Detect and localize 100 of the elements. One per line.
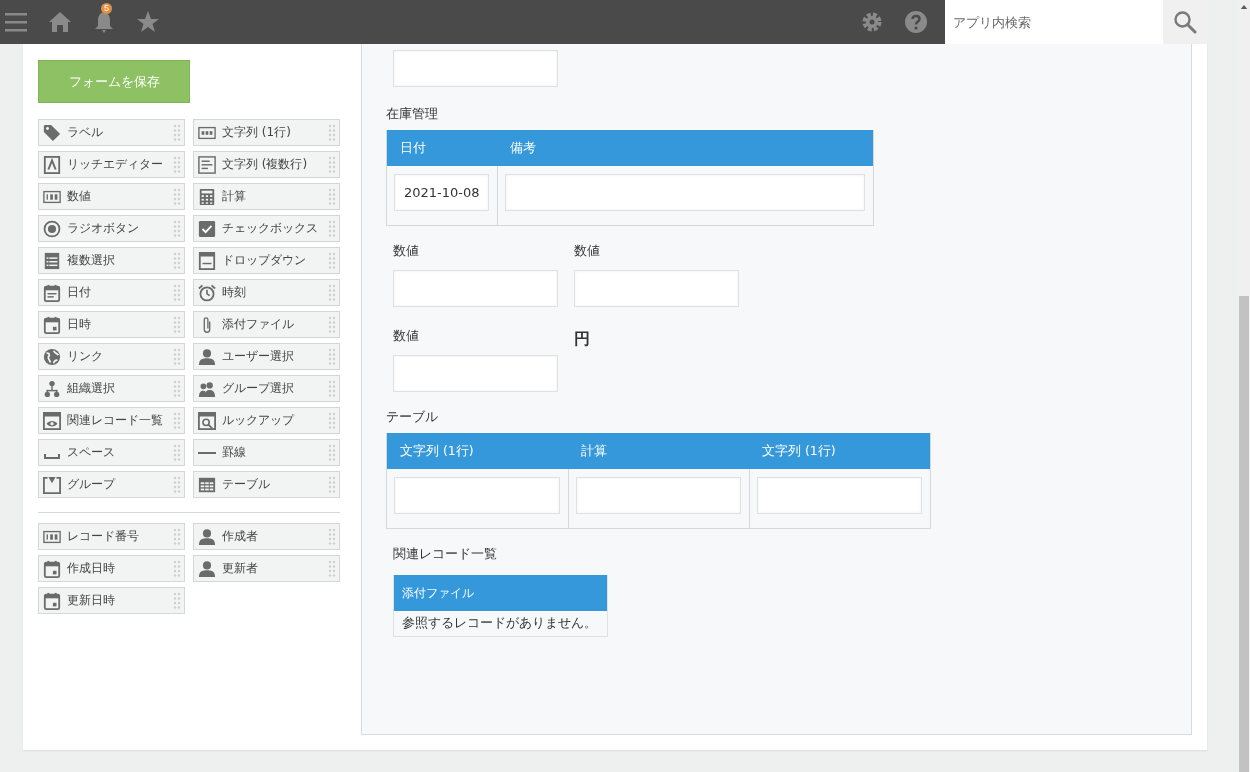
input-field[interactable] <box>505 174 865 211</box>
drag-handle-icon <box>328 219 336 238</box>
field-palette-item[interactable]: ラジオボタン <box>38 215 185 242</box>
drag-handle-icon <box>173 443 181 462</box>
field-label: 数値 <box>393 327 420 345</box>
field-palette-item[interactable]: 日付 <box>38 279 185 306</box>
drag-handle-icon <box>328 379 336 398</box>
field-palette-item[interactable]: 罫線 <box>193 439 340 466</box>
field-label: テーブル <box>386 408 439 426</box>
field-palette-item[interactable]: 作成日時 <box>38 555 185 582</box>
input-field[interactable] <box>393 355 558 392</box>
field-palette-item[interactable]: 添付ファイル <box>193 311 340 338</box>
drag-handle-icon <box>173 475 181 494</box>
space-icon <box>43 454 61 459</box>
people-icon <box>198 379 216 398</box>
input-field[interactable] <box>393 50 558 87</box>
field-palette-item[interactable]: 複数選択 <box>38 247 185 274</box>
input-field[interactable] <box>576 477 741 514</box>
column-header: 添付ファイル <box>394 575 607 611</box>
column-header: 計算 <box>568 433 749 469</box>
drag-handle-icon <box>173 379 181 398</box>
input-field[interactable]: 2021-10-08 <box>394 174 489 211</box>
field-palette-item[interactable]: リッチエディター <box>38 151 185 178</box>
globe-icon <box>43 347 61 366</box>
framed-box-icon <box>43 155 61 174</box>
calculator-icon <box>198 187 216 206</box>
drag-handle-icon <box>328 187 336 206</box>
field-palette-item[interactable]: 更新者 <box>193 555 340 582</box>
drag-handle-icon <box>328 411 336 430</box>
field-label: 数値 <box>393 242 420 260</box>
field-palette-item[interactable]: 数値 <box>38 183 185 210</box>
calendar-icon <box>43 559 61 578</box>
field-palette-item[interactable]: 作成者 <box>193 523 340 550</box>
field-label: 数値 <box>574 242 601 260</box>
input-field[interactable] <box>574 270 739 307</box>
checkbox-icon <box>198 219 216 238</box>
search-field[interactable]: アプリ内検索 <box>945 0 1163 44</box>
input-field[interactable] <box>394 477 560 514</box>
field-palette-item[interactable]: 文字列 (1行) <box>193 119 340 146</box>
calendar-icon <box>43 591 61 610</box>
star-icon <box>136 10 160 34</box>
drag-handle-icon <box>328 251 336 270</box>
drag-handle-icon <box>173 155 181 174</box>
empty-message: 参照するレコードがありません。 <box>401 614 598 632</box>
person-icon <box>198 559 216 578</box>
text-lines-icon <box>198 155 216 174</box>
magnifier-window-icon <box>198 411 216 430</box>
column-header: 備考 <box>497 130 873 166</box>
drag-handle-icon <box>173 591 181 610</box>
field-palette-item[interactable]: ドロップダウン <box>193 247 340 274</box>
drag-handle-icon <box>328 155 336 174</box>
eye-window-icon <box>43 411 61 430</box>
field-palette-item[interactable]: ラベル <box>38 119 185 146</box>
scroll-up-arrow-icon <box>1240 4 1248 10</box>
field-palette-item[interactable]: ユーザー選択 <box>193 343 340 370</box>
menu-icon <box>4 10 28 34</box>
table-icon <box>198 475 216 494</box>
input-field[interactable] <box>757 477 922 514</box>
field-palette-item[interactable]: グループ <box>38 471 185 498</box>
field-palette-item[interactable]: 組織選択 <box>38 375 185 402</box>
field-palette-item[interactable]: 日時 <box>38 311 185 338</box>
drag-handle-icon <box>173 527 181 546</box>
drag-handle-icon <box>328 283 336 302</box>
drag-handle-icon <box>173 187 181 206</box>
unit-label: 円 <box>574 329 591 350</box>
field-label: 関連レコード一覧 <box>393 545 498 563</box>
person-icon <box>198 347 216 366</box>
drag-handle-icon <box>173 123 181 142</box>
dropdown-icon <box>198 251 216 270</box>
field-label: 在庫管理 <box>386 105 439 123</box>
alarm-clock-icon <box>198 283 216 302</box>
input-field[interactable] <box>393 270 558 307</box>
search-button[interactable] <box>1163 0 1207 44</box>
field-palette-item[interactable]: 時刻 <box>193 279 340 306</box>
line-icon <box>198 451 216 454</box>
field-palette-item[interactable]: 文字列 (複数行) <box>193 151 340 178</box>
field-palette-item[interactable]: チェックボックス <box>193 215 340 242</box>
drag-handle-icon <box>173 559 181 578</box>
drag-handle-icon <box>328 443 336 462</box>
column-header: 日付 <box>387 130 497 166</box>
drag-handle-icon <box>328 475 336 494</box>
field-palette-item[interactable]: レコード番号 <box>38 523 185 550</box>
field-palette-item[interactable]: リンク <box>38 343 185 370</box>
calendar-icon <box>43 315 61 334</box>
field-palette-item[interactable]: グループ選択 <box>193 375 340 402</box>
field-palette-item[interactable]: テーブル <box>193 471 340 498</box>
field-palette-item[interactable]: スペース <box>38 439 185 466</box>
field-palette-item[interactable]: 関連レコード一覧 <box>38 407 185 434</box>
help-icon <box>904 10 928 34</box>
group-box-icon <box>43 475 61 494</box>
field-palette-item[interactable]: 更新日時 <box>38 587 185 614</box>
home-icon <box>48 10 72 34</box>
field-palette-item[interactable]: ルックアップ <box>193 407 340 434</box>
drag-handle-icon <box>173 347 181 366</box>
column-header: 文字列 (1行) <box>749 433 930 469</box>
settings-icon <box>860 10 884 34</box>
person-icon <box>198 527 216 546</box>
field-palette-item[interactable]: 計算 <box>193 183 340 210</box>
radio-icon <box>43 219 61 238</box>
drag-handle-icon <box>173 315 181 334</box>
